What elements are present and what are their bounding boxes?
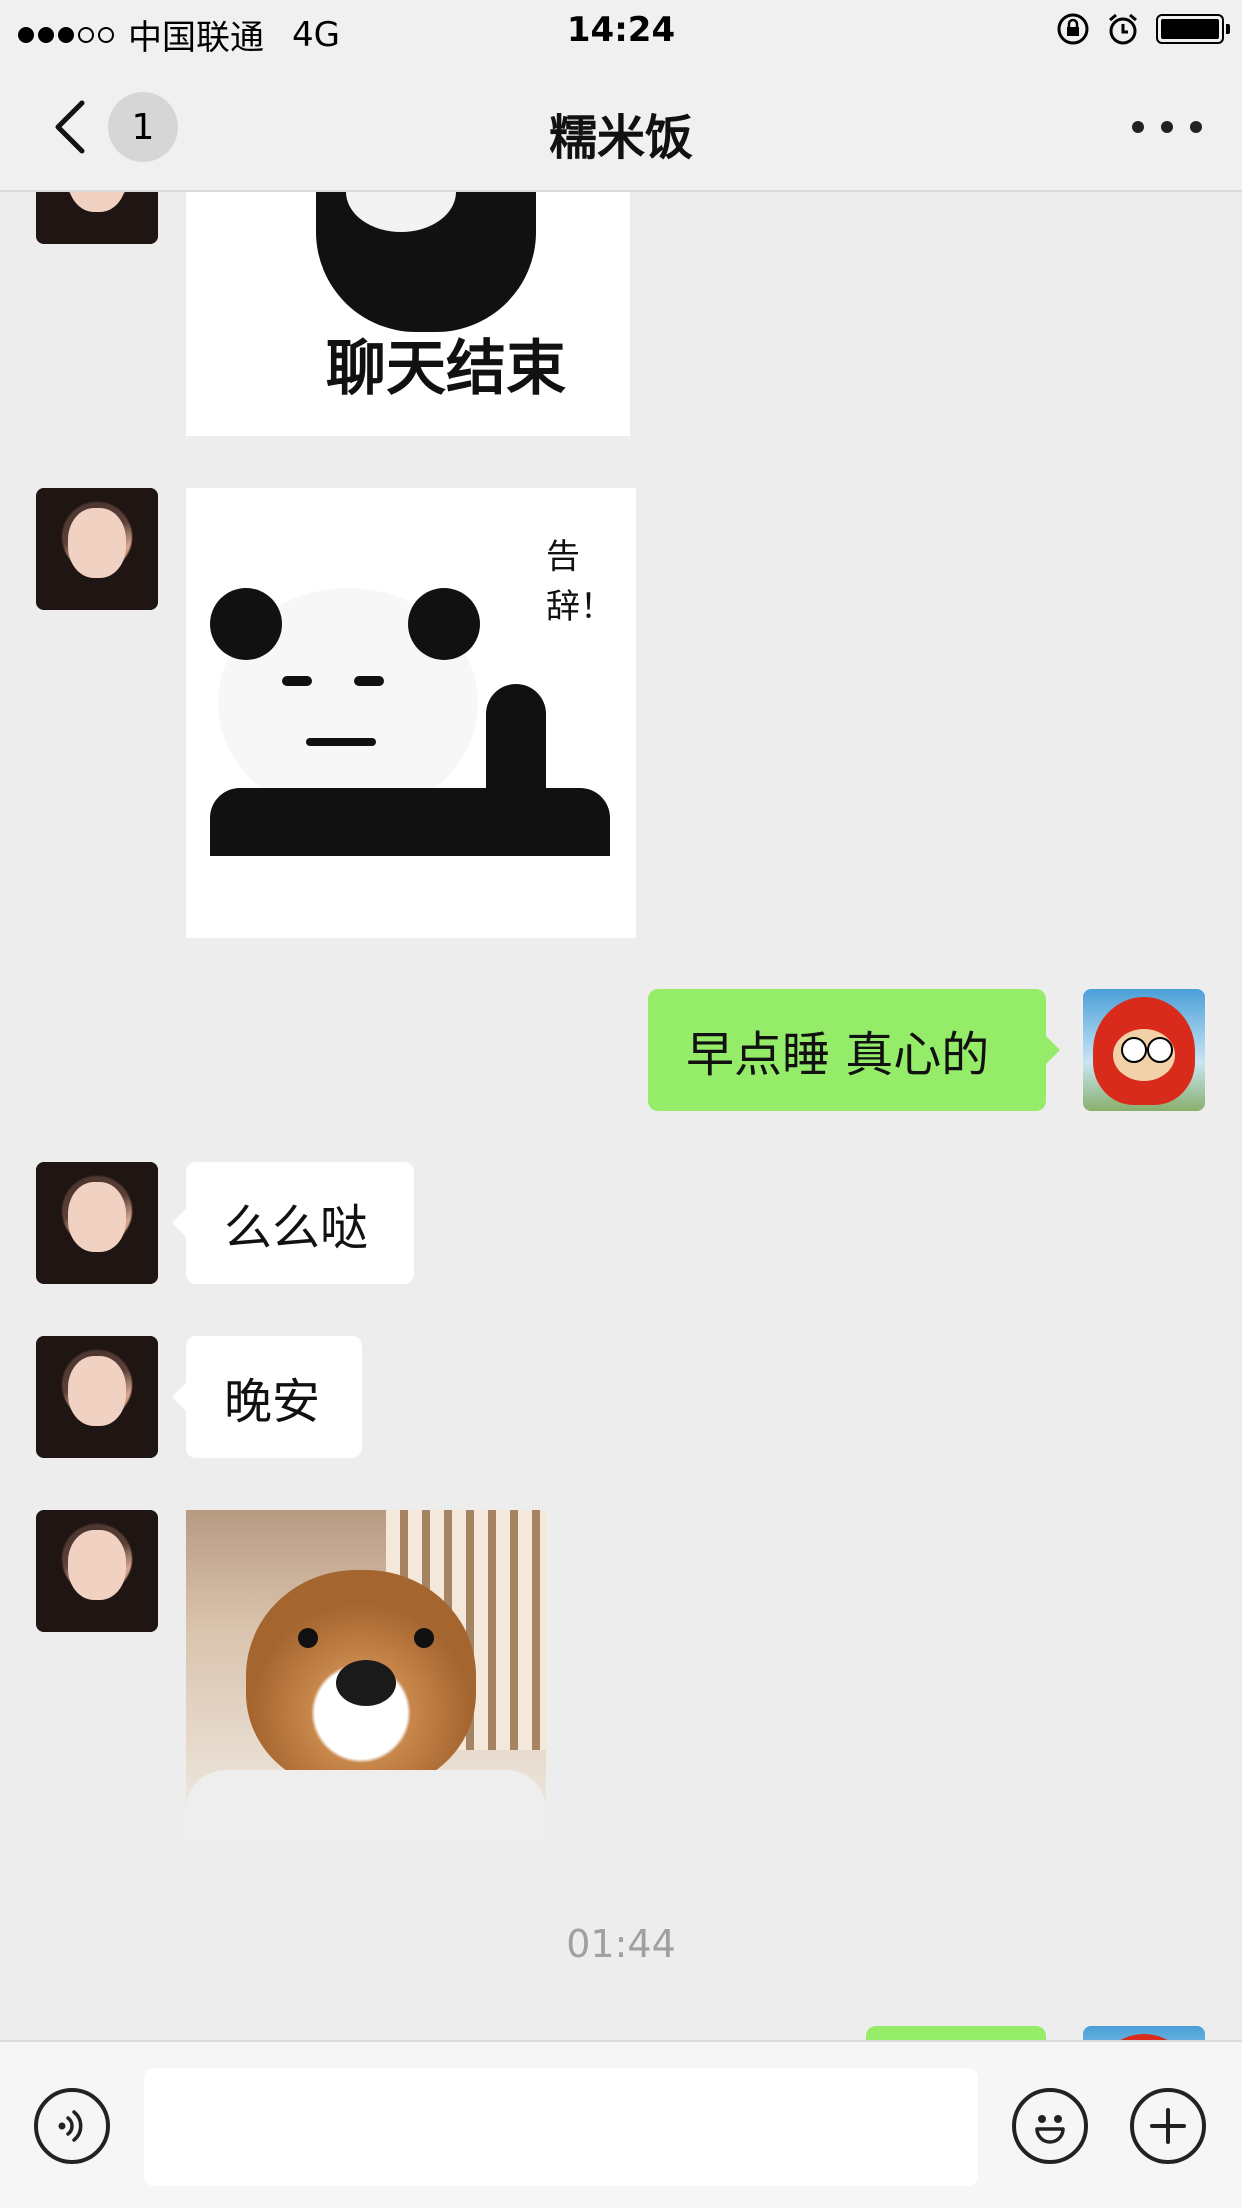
- smiley-icon: [1035, 2115, 1065, 2144]
- voice-icon: [58, 2110, 83, 2142]
- dot-icon: [1161, 121, 1173, 133]
- chat-message-list[interactable]: 聊天结束 告辞！ 早点睡 真心的 么么哒 晚安 01:44: [0, 192, 1242, 2042]
- message-text: 么么哒: [224, 1200, 369, 1256]
- chat-title: 糯米饭: [548, 110, 693, 166]
- dot-icon: [1190, 121, 1202, 133]
- emoji-button[interactable]: [1012, 2088, 1088, 2164]
- incoming-message-bubble[interactable]: 晚安: [172, 1336, 362, 1458]
- message-text: 早点睡 真心的: [686, 1027, 990, 1083]
- incoming-message-bubble[interactable]: 么么哒: [172, 1162, 414, 1284]
- contact-avatar[interactable]: [36, 1162, 158, 1284]
- contact-avatar[interactable]: [36, 1510, 158, 1632]
- more-functions-button[interactable]: [1130, 2088, 1206, 2164]
- contact-avatar[interactable]: [36, 192, 158, 244]
- sticker-image-message[interactable]: 告辞！: [186, 488, 636, 938]
- message-input[interactable]: [144, 2068, 978, 2186]
- battery-icon: [1156, 14, 1230, 44]
- sticker-caption: 聊天结束: [326, 334, 566, 404]
- dog-image-message[interactable]: [186, 1510, 546, 1844]
- sticker-caption: 告辞！: [546, 537, 614, 627]
- sticker-image-message[interactable]: 聊天结束: [186, 192, 630, 436]
- rotation-lock-icon: [1057, 13, 1089, 45]
- nav-bar: 1 糯米饭: [0, 62, 1242, 192]
- my-avatar[interactable]: [1083, 989, 1205, 1111]
- alarm-icon: [1109, 13, 1137, 45]
- dot-icon: [1132, 121, 1144, 133]
- outgoing-message-bubble[interactable]: 早点睡 真心的: [648, 989, 1060, 1111]
- contact-avatar[interactable]: [36, 1336, 158, 1458]
- plus-icon: [1150, 2108, 1186, 2144]
- voice-input-button[interactable]: [34, 2088, 110, 2164]
- message-text: 晚安: [224, 1374, 321, 1430]
- status-right: [1056, 12, 1230, 46]
- more-options-button[interactable]: [1132, 102, 1202, 152]
- contact-avatar[interactable]: [36, 488, 158, 610]
- message-timestamp: 01:44: [566, 1922, 676, 1966]
- input-bar: [0, 2040, 1242, 2208]
- status-bar: 中国联通 4G 14:24: [0, 0, 1242, 62]
